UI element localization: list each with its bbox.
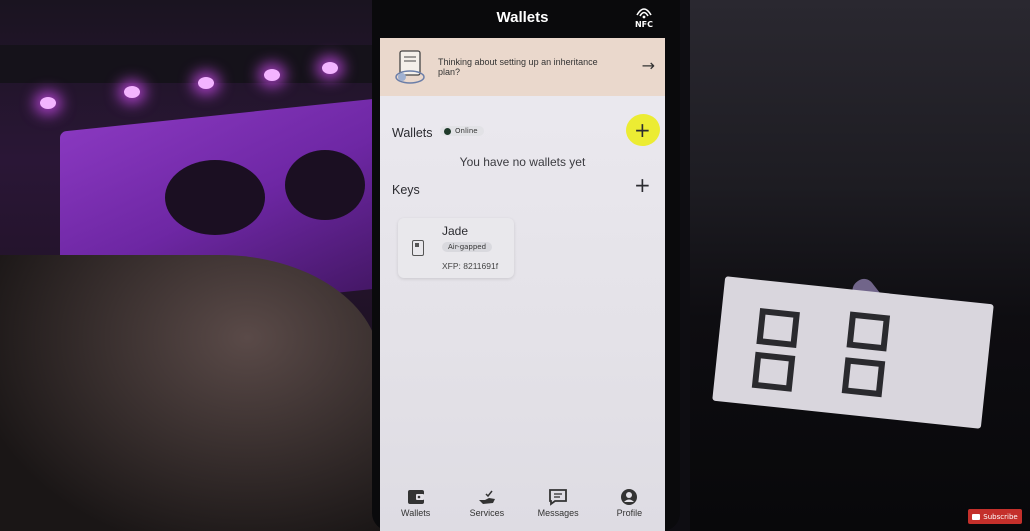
glasses-lens (165, 160, 265, 235)
tab-messages[interactable]: Messages (523, 476, 594, 531)
online-dot-icon (444, 127, 451, 135)
nfc-button[interactable]: NFC (631, 4, 657, 32)
tab-label: Services (469, 508, 505, 518)
keys-heading: Keys (392, 183, 420, 197)
inheritance-banner[interactable]: Thinking about setting up an inheritance… (380, 38, 665, 96)
qr-finder (751, 351, 796, 392)
banner-text: Thinking about setting up an inheritance… (438, 57, 598, 77)
led-light (322, 62, 338, 74)
led-light (40, 97, 56, 109)
key-type-badge: Air-gapped (442, 242, 493, 252)
services-hand-icon (478, 490, 495, 504)
empty-wallets-message: You have no wallets yet (459, 155, 586, 169)
subscribe-label: Subscribe (983, 512, 1018, 521)
background-right (690, 0, 1030, 531)
app-titlebar: Wallets NFC (380, 0, 665, 38)
inheritance-illustration-icon (390, 47, 430, 87)
app-screen: Thinking about setting up an inheritance… (380, 38, 665, 531)
status-text: Online (455, 127, 478, 135)
page-title: Wallets (496, 9, 549, 26)
tab-profile[interactable]: Profile (594, 476, 665, 531)
key-name: Jade (442, 224, 469, 238)
tab-label: Wallets (401, 508, 431, 518)
youtube-play-icon (972, 513, 981, 520)
tab-label: Messages (537, 508, 579, 518)
qr-finder (841, 357, 886, 398)
status-badge: Online (440, 126, 484, 136)
nfc-icon (636, 8, 652, 19)
led-light (198, 77, 214, 89)
glasses-lens (285, 150, 365, 220)
wallet-icon (407, 490, 424, 504)
led-light (264, 69, 280, 81)
led-light (124, 86, 140, 98)
nfc-label: NFC (634, 20, 654, 29)
qr-finder (846, 311, 891, 352)
wallets-heading: Wallets (392, 126, 433, 140)
arrow-right-icon[interactable]: → (642, 56, 655, 75)
hand (0, 255, 380, 531)
message-icon (549, 489, 568, 506)
add-wallet-button[interactable]: + (634, 120, 651, 140)
add-key-button[interactable]: + (634, 175, 651, 195)
tab-services[interactable]: Services (451, 476, 522, 531)
bottom-tabbar: Wallets Services Messages Profile (380, 476, 665, 531)
profile-icon (621, 489, 638, 505)
key-card-jade[interactable]: Jade Air-gapped XFP: 8211691f (398, 218, 514, 278)
youtube-subscribe-button[interactable]: Subscribe (968, 509, 1022, 524)
key-fingerprint: XFP: 8211691f (442, 261, 499, 271)
tab-wallets[interactable]: Wallets (380, 476, 451, 531)
tab-label: Profile (616, 508, 643, 518)
qr-finder (756, 308, 800, 349)
hardware-device-icon (412, 240, 424, 256)
